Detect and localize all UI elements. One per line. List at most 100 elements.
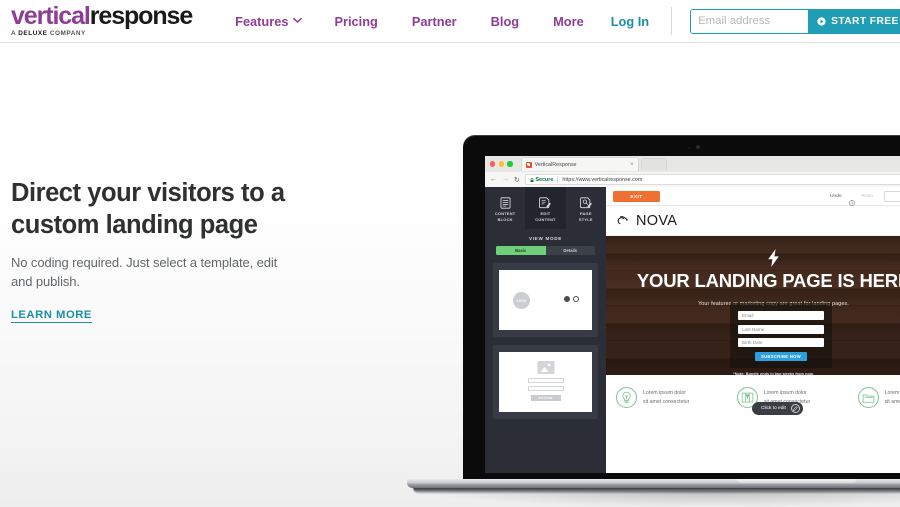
url-separator — [557, 176, 559, 183]
url-text: https://www.verticalresponse.com — [562, 176, 643, 183]
play-circle-icon — [817, 16, 826, 26]
landing-page-headline: YOUR LANDING PAGE IS HERE — [636, 270, 900, 291]
laptop-screen: VerticalResponse × ← → ↻ Secure https://… — [485, 156, 900, 473]
chevron-down-icon — [293, 17, 303, 24]
landing-page-hero-banner[interactable]: YOUR LANDING PAGE IS HERE Your features … — [606, 236, 900, 375]
logo-tagline-brand: DELUXE — [18, 30, 48, 38]
tool-page-style[interactable]: PAGE STYLE — [566, 187, 606, 229]
favicon-icon — [525, 161, 532, 168]
hero-section: Direct your visitors to a custom landing… — [0, 43, 900, 507]
view-mode-details[interactable]: Details — [545, 246, 595, 255]
subscribe-form: Email Last Name Birth Date SUBSCRIBE NOW — [730, 303, 832, 368]
form-field-birth-date[interactable]: Birth Date — [738, 338, 824, 347]
site-header: verticalresponse A DELUXE COMPANY Featur… — [0, 0, 900, 43]
field-placeholder-1 — [527, 378, 564, 384]
free-trial-form: START FREE TRIAL — [690, 8, 900, 34]
forward-icon[interactable]: → — [502, 176, 509, 183]
main-nav: Features Pricing Partner Blog More — [218, 14, 601, 29]
landing-page-brand-name: NOVA — [636, 212, 678, 229]
content-block-thumb-form[interactable]: BUTTON — [493, 345, 598, 419]
exit-button[interactable]: EXIT — [613, 190, 660, 202]
page-style-icon — [579, 197, 592, 209]
editor-tool-row: CONTENT BLOCK EDIT CONTENT PAGE STYLE — [485, 187, 606, 229]
form-field-last-name[interactable]: Last Name — [738, 324, 824, 334]
view-mode-label: VIEW MODE — [528, 236, 563, 241]
button-placeholder: BUTTON — [530, 395, 561, 401]
content-block-thumb-header[interactable]: LOGO — [493, 263, 598, 337]
undo-button[interactable]: Undo — [830, 194, 841, 199]
canvas-bottom-strip — [606, 460, 900, 473]
view-mode-group: VIEW MODE Basic Details — [485, 236, 606, 255]
social-icons — [564, 296, 579, 302]
content-block-thumb-form-preview: BUTTON — [499, 352, 592, 412]
logo-placeholder-icon: LOGO — [513, 292, 530, 309]
feature-item-3[interactable]: Lorem ipsum dolorsit amet consectetur — [857, 387, 900, 408]
url-bar[interactable]: Secure https://www.verticalresponse.com … — [524, 174, 900, 185]
minimize-window-icon[interactable] — [498, 161, 504, 167]
laptop-base — [407, 479, 900, 488]
logo-tagline-post: COMPANY — [47, 30, 86, 38]
login-link[interactable]: Log In — [601, 14, 671, 29]
browser-tab[interactable]: VerticalResponse × — [520, 157, 639, 171]
nova-monogram-icon — [617, 213, 632, 228]
clock-icon[interactable] — [848, 193, 855, 206]
pencil-icon — [790, 404, 800, 413]
site-logo[interactable]: verticalresponse A DELUXE COMPANY — [11, 2, 193, 37]
editor-sidebar: CONTENT BLOCK EDIT CONTENT PAGE STYLE VI… — [485, 187, 606, 473]
start-free-trial-button[interactable]: START FREE TRIAL — [808, 9, 900, 33]
click-to-edit-tooltip[interactable]: Click to edit — [752, 402, 803, 415]
reload-icon[interactable]: ↻ — [514, 176, 520, 184]
browser-tab-row: VerticalResponse × — [485, 156, 900, 172]
nav-item-pricing[interactable]: Pricing — [317, 14, 394, 29]
hero-heading-line2: custom landing page — [11, 211, 258, 240]
landing-page-brand-bar: NOVA — [606, 206, 900, 236]
hero-copy: Direct your visitors to a custom landing… — [11, 177, 331, 323]
landing-page-features: Lorem ipsum dolor sit amet consectetur Lo… — [606, 375, 900, 420]
laptop-mockup: VerticalResponse × ← → ↻ Secure https://… — [407, 93, 900, 507]
nav-item-blog[interactable]: Blog — [474, 14, 536, 29]
secure-label: Secure — [535, 176, 554, 183]
feature-item-3-text: Lorem ipsum dolorsit amet consectetur — [884, 390, 900, 405]
tool-content-block[interactable]: CONTENT BLOCK — [485, 187, 525, 229]
facebook-icon — [564, 296, 570, 302]
logo-word-response: response — [89, 2, 193, 31]
start-free-trial-label: START FREE TRIAL — [831, 15, 900, 27]
nav-item-more[interactable]: More — [536, 14, 601, 29]
redo-button: Redo — [861, 193, 873, 199]
nav-item-features[interactable]: Features — [218, 14, 317, 29]
preview-button[interactable]: Preview — [884, 190, 900, 202]
laptop-drop-shadow — [423, 491, 900, 507]
tool-edit-content[interactable]: EDIT CONTENT — [525, 187, 566, 229]
feature-item-1[interactable]: Lorem ipsum dolor sit amet consectetur — [616, 387, 689, 408]
header-divider — [671, 7, 673, 35]
folder-icon — [857, 387, 879, 408]
new-tab-button[interactable] — [640, 158, 667, 170]
browser-chrome: VerticalResponse × ← → ↻ Secure https://… — [485, 156, 900, 187]
email-input[interactable] — [691, 9, 809, 33]
logo-tagline: A DELUXE COMPANY — [11, 31, 192, 37]
feature-item-1-text: Lorem ipsum dolor sit amet consectetur — [643, 390, 690, 405]
edit-content-icon — [539, 197, 552, 209]
twitter-icon — [573, 296, 579, 302]
webcam-icon — [696, 145, 700, 149]
laptop-base-notch — [737, 479, 857, 483]
editor-canvas: EXIT Undo Redo Preview — [606, 187, 900, 473]
tool-edit-content-label: EDIT CONTENT — [535, 211, 556, 222]
form-field-email[interactable]: Email — [738, 311, 824, 320]
header-actions: Log In START FREE TRIAL — [601, 7, 900, 35]
lock-icon — [530, 177, 534, 182]
close-tab-icon[interactable]: × — [630, 162, 634, 168]
learn-more-link[interactable]: LEARN MORE — [11, 309, 92, 323]
back-icon[interactable]: ← — [490, 176, 497, 183]
nav-item-partner[interactable]: Partner — [395, 14, 474, 29]
maximize-window-icon[interactable] — [507, 161, 513, 167]
browser-nav-buttons: ← → ↻ — [490, 176, 520, 184]
image-placeholder-icon — [537, 361, 554, 374]
close-window-icon[interactable] — [490, 161, 496, 167]
lightning-bolt-icon — [767, 249, 780, 267]
view-mode-basic[interactable]: Basic — [496, 246, 546, 255]
window-traffic-lights — [490, 161, 513, 167]
lightbulb-icon — [616, 387, 637, 408]
subscribe-now-button[interactable]: SUBSCRIBE NOW — [755, 351, 807, 361]
editor-toolbar-right: Undo Redo Preview — [830, 190, 900, 206]
